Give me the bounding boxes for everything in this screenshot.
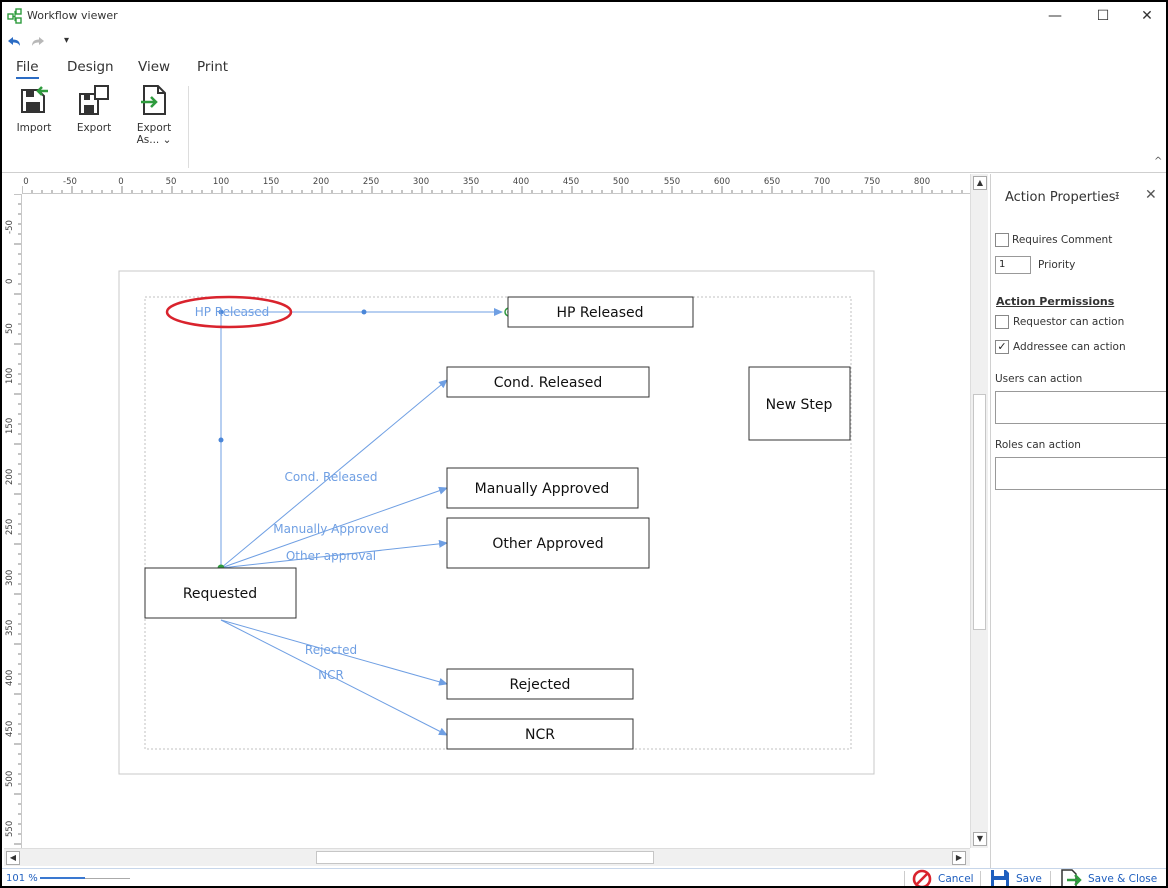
vertical-scrollbar[interactable]: ▲ ▼: [970, 174, 988, 848]
users-can-action-field[interactable]: [995, 391, 1166, 424]
ribbon-panel: Import Export Export As... ⌄: [2, 82, 1166, 172]
action-properties-pane: Action Properties ᵻ ✕ Requires Comment 1…: [990, 174, 1166, 868]
action-label-hp-released[interactable]: HP Released: [195, 305, 270, 319]
action-label-rejected[interactable]: Rejected: [305, 643, 357, 657]
close-pane-icon[interactable]: ✕: [1145, 187, 1157, 203]
cancel-button[interactable]: Cancel: [912, 869, 974, 886]
workflow-viewer-window: Workflow viewer — ☐ ✕ ▾ File Design View…: [0, 0, 1168, 888]
pin-icon[interactable]: ᵻ: [1115, 188, 1119, 202]
addressee-can-action-label: Addressee can action: [1013, 341, 1126, 353]
export-button[interactable]: Export: [66, 84, 122, 134]
step-other-approved-label: Other Approved: [492, 536, 603, 552]
save-button[interactable]: Save: [990, 869, 1042, 886]
status-bar: 101 % Cancel Save Save & Close: [2, 868, 1166, 886]
redo-icon[interactable]: [29, 34, 47, 52]
requires-comment-label: Requires Comment: [1012, 234, 1113, 246]
zoom-level: 101 %: [6, 873, 38, 884]
addressee-can-action-checkbox[interactable]: ✓: [995, 340, 1009, 354]
export-label: Export: [76, 122, 112, 134]
horizontal-scrollbar[interactable]: ◀ ▶: [4, 848, 970, 866]
step-rejected-label: Rejected: [510, 677, 571, 693]
requestor-can-action-checkbox[interactable]: [995, 315, 1009, 329]
close-window-button[interactable]: ✕: [1124, 4, 1166, 28]
step-new-step-label: New Step: [766, 397, 833, 413]
step-manually-approved-label: Manually Approved: [475, 481, 610, 497]
step-ncr-label: NCR: [525, 727, 555, 743]
tab-print[interactable]: Print: [197, 59, 228, 75]
save-label: Save: [1016, 873, 1042, 885]
action-permissions-heading: Action Permissions: [996, 295, 1115, 308]
status-divider: [980, 871, 981, 886]
tab-view[interactable]: View: [138, 59, 170, 75]
save-and-close-button[interactable]: Save & Close: [1060, 869, 1158, 886]
tab-file[interactable]: File: [16, 59, 39, 79]
import-label: Import: [16, 122, 52, 134]
ribbon-divider: [2, 172, 1166, 173]
step-requested-label: Requested: [183, 586, 257, 602]
undo-icon[interactable]: [5, 34, 23, 52]
export-as-label-line2: As... ⌄: [136, 134, 172, 146]
horizontal-scroll-thumb[interactable]: [316, 851, 654, 864]
import-icon: [21, 86, 48, 113]
scroll-right-icon[interactable]: ▶: [952, 851, 966, 865]
requires-comment-checkbox[interactable]: [995, 233, 1009, 247]
diagram-canvas[interactable]: 0 -50 0 50 100 150 200 250 300 350 400 450 500 550 600…: [4, 174, 988, 868]
priority-label: Priority: [1038, 259, 1076, 271]
action-label-other-approval[interactable]: Other approval: [286, 549, 376, 563]
save-close-label: Save & Close: [1088, 873, 1158, 885]
roles-can-action-label: Roles can action: [995, 439, 1081, 451]
export-as-button[interactable]: Export As... ⌄: [126, 84, 182, 146]
save-icon: [991, 870, 1009, 886]
export-icon: [79, 85, 109, 115]
window-title: Workflow viewer: [27, 9, 118, 22]
properties-title: Action Properties: [1005, 190, 1116, 205]
import-button[interactable]: Import: [6, 84, 62, 134]
scroll-up-icon[interactable]: ▲: [973, 176, 987, 190]
export-as-icon: [141, 85, 166, 115]
edge-handle[interactable]: [361, 309, 367, 315]
maximize-button[interactable]: ☐: [1080, 4, 1126, 28]
scroll-down-icon[interactable]: ▼: [973, 832, 987, 846]
export-as-label-line1: Export: [136, 122, 172, 134]
status-divider: [904, 871, 905, 886]
scroll-left-icon[interactable]: ◀: [6, 851, 20, 865]
action-label-cond-released[interactable]: Cond. Released: [284, 470, 377, 484]
edge-handle[interactable]: [218, 437, 224, 443]
ribbon-separator: [188, 86, 189, 168]
step-cond-released-label: Cond. Released: [494, 375, 603, 391]
zoom-slider-fill: [40, 877, 85, 879]
status-divider: [1050, 871, 1051, 886]
roles-can-action-field[interactable]: [995, 457, 1166, 490]
vertical-scroll-thumb[interactable]: [973, 394, 986, 630]
workflow-diagram: HP Released Cond. Released New Step Manu…: [118, 270, 875, 775]
workflow-app-icon: [7, 8, 22, 24]
requestor-can-action-label: Requestor can action: [1013, 316, 1125, 328]
action-label-ncr[interactable]: NCR: [318, 668, 344, 682]
priority-input[interactable]: 1: [995, 256, 1031, 274]
save-close-icon: [1061, 869, 1082, 886]
title-bar: Workflow viewer — ☐ ✕: [2, 2, 1166, 30]
users-can-action-label: Users can action: [995, 373, 1083, 385]
quick-access-dropdown-icon[interactable]: ▾: [64, 35, 69, 46]
quick-access-toolbar: ▾: [2, 32, 102, 54]
cancel-label: Cancel: [938, 873, 974, 885]
tab-design[interactable]: Design: [67, 59, 114, 75]
minimize-button[interactable]: —: [1032, 4, 1078, 28]
action-label-manually-approved[interactable]: Manually Approved: [273, 522, 388, 536]
collapse-ribbon-icon[interactable]: ^: [1154, 156, 1162, 167]
cancel-icon: [912, 869, 932, 886]
step-hp-released-label: HP Released: [556, 305, 643, 321]
